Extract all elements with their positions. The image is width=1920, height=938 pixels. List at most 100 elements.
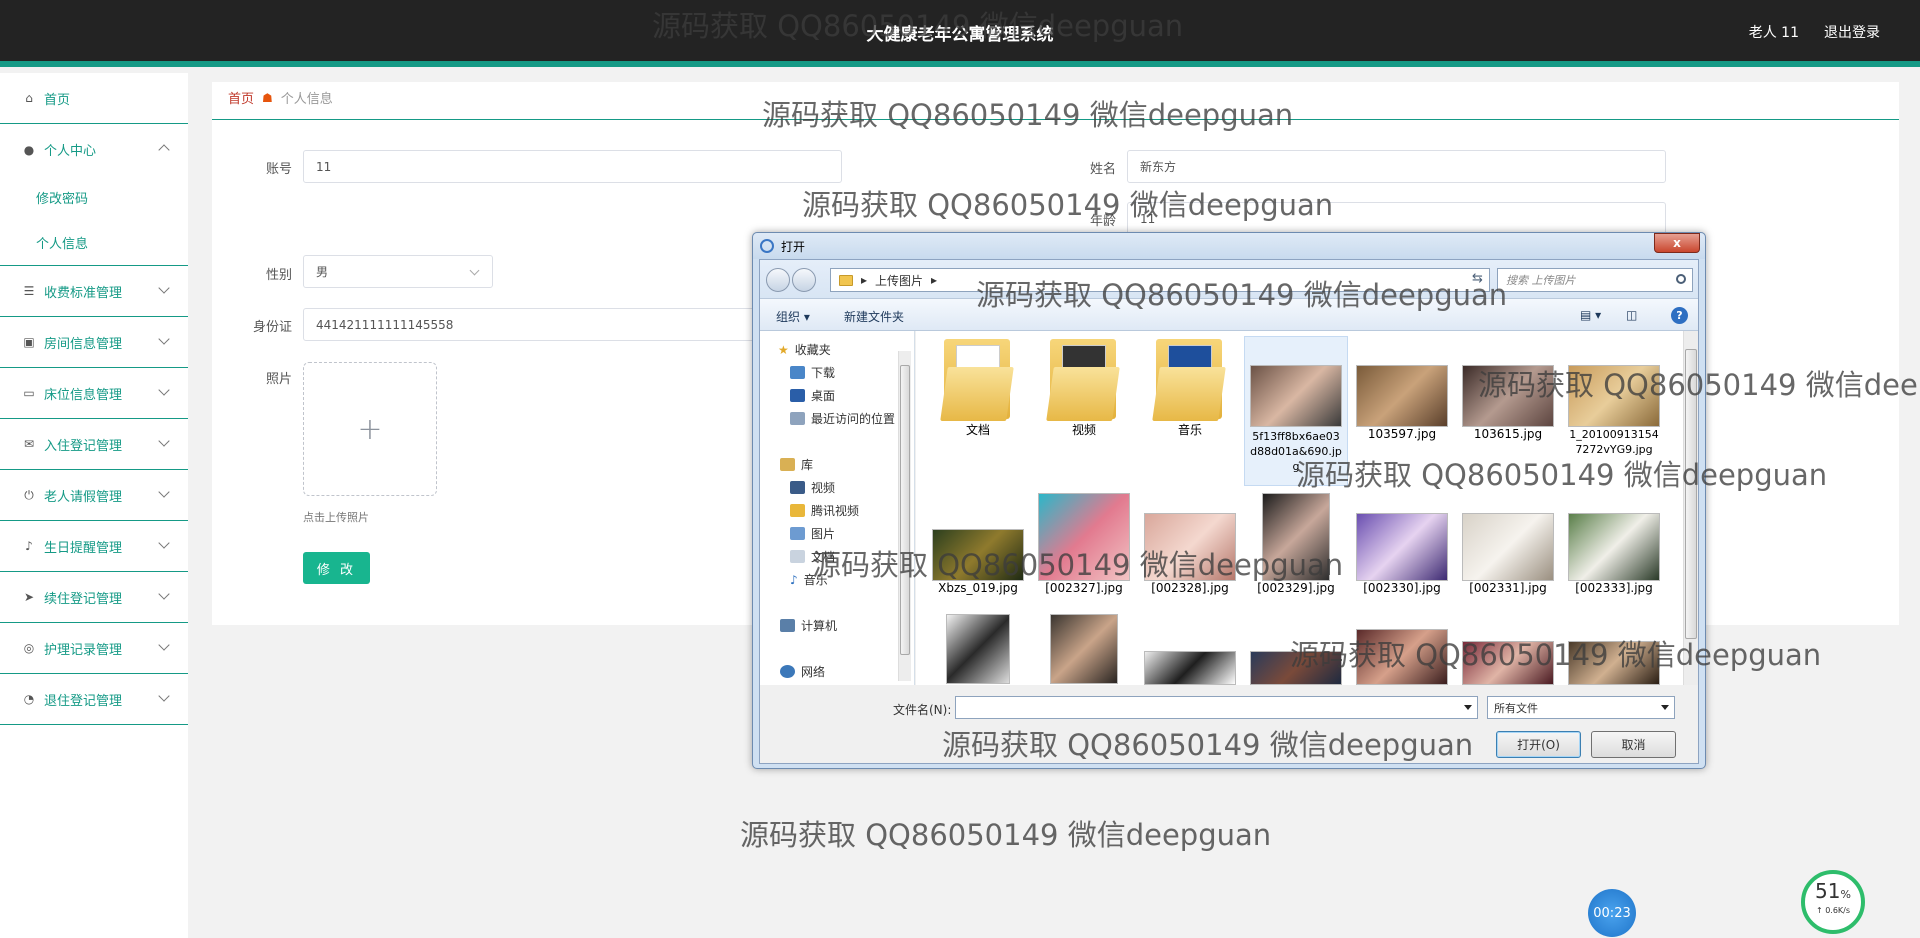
nav-recent[interactable]: 最近访问的位置: [790, 410, 895, 427]
chevron-down-icon: [158, 435, 170, 447]
gender-select[interactable]: 男: [303, 255, 493, 288]
image-file[interactable]: [1032, 614, 1136, 684]
bell-icon: ♪: [25, 539, 33, 553]
recording-timer[interactable]: 00:23: [1588, 889, 1636, 937]
image-file[interactable]: [1244, 651, 1348, 685]
image-file[interactable]: 5f13ff8bx6ae03d88d01a&690.jpg: [1244, 336, 1348, 486]
nav-scrollbar[interactable]: [898, 351, 911, 681]
open-button[interactable]: 打开(O): [1496, 731, 1581, 758]
photo-upload-button[interactable]: +: [303, 362, 437, 496]
image-file[interactable]: [002329].jpg: [1244, 491, 1348, 595]
sidebar-item-checkin[interactable]: ✉ 入住登记管理: [0, 419, 188, 470]
filename-label: 文件名(N):: [893, 703, 952, 717]
sidebar-item-fee-standard[interactable]: ☰ 收费标准管理: [0, 266, 188, 317]
network-speed-widget[interactable]: 51% ↑ 0.6K/s: [1801, 870, 1865, 934]
sidebar-item-nursing[interactable]: ◎ 护理记录管理: [0, 623, 188, 674]
downloads-icon: [790, 366, 805, 379]
files-pane: 文档 视频 音乐 5f13ff8bx6ae03d88d01a&690.jpg 1…: [916, 331, 1698, 685]
image-thumbnail: [932, 529, 1024, 581]
nav-music[interactable]: ♪ 音乐: [790, 571, 828, 588]
image-file[interactable]: [002331].jpg: [1456, 491, 1560, 595]
image-file[interactable]: [002328].jpg: [1138, 491, 1242, 595]
folder-documents[interactable]: 文档: [926, 339, 1030, 438]
folder-music[interactable]: 音乐: [1138, 339, 1242, 438]
nav-network[interactable]: 网络: [780, 663, 825, 680]
logout-link[interactable]: 退出登录: [1824, 22, 1880, 42]
dialog-titlebar: 打开 x: [753, 233, 1705, 259]
modify-button[interactable]: 修 改: [303, 552, 370, 584]
sidebar-subitem-personal-info[interactable]: 个人信息: [0, 220, 188, 265]
address-bar[interactable]: ▸ 上传图片 ▸: [830, 268, 1490, 292]
image-file[interactable]: [002333].jpg: [1562, 491, 1666, 595]
folder-videos[interactable]: 视频: [1032, 339, 1136, 438]
sidebar-item-birthday[interactable]: ♪ 生日提醒管理: [0, 521, 188, 572]
nav-downloads[interactable]: 下载: [790, 364, 835, 381]
breadcrumb-home[interactable]: 首页: [228, 88, 254, 107]
age-field[interactable]: 11: [1127, 202, 1666, 235]
files-scrollbar-thumb[interactable]: [1685, 349, 1697, 639]
image-file[interactable]: [1562, 641, 1666, 685]
desktop-icon: [790, 389, 805, 402]
back-icon[interactable]: [766, 268, 790, 292]
file-type-select[interactable]: 所有文件: [1487, 696, 1675, 719]
sidebar-item-home[interactable]: ⌂ 首页: [0, 73, 188, 124]
nav-scrollbar-thumb[interactable]: [900, 365, 910, 655]
nav-computer[interactable]: 计算机: [780, 617, 837, 634]
nav-tencent-video[interactable]: 腾讯视频: [790, 502, 859, 519]
image-file[interactable]: [1138, 651, 1242, 685]
preview-pane-icon[interactable]: ◫: [1626, 308, 1637, 322]
image-file[interactable]: [002327].jpg: [1032, 491, 1136, 595]
nav-documents[interactable]: 文档: [790, 548, 835, 565]
speed-percent: 51%: [1805, 880, 1861, 906]
folder-search-input[interactable]: 搜索 上传图片: [1497, 268, 1693, 292]
help-icon[interactable]: ?: [1671, 307, 1688, 324]
gender-select-value: 男: [316, 265, 329, 279]
new-folder-button[interactable]: 新建文件夹: [844, 308, 904, 325]
image-file[interactable]: [1456, 641, 1560, 685]
filename-input[interactable]: [955, 696, 1478, 719]
image-file[interactable]: [002330].jpg: [1350, 491, 1454, 595]
file-name: 103597.jpg: [1367, 427, 1437, 441]
organize-menu[interactable]: 组织 ▾: [776, 308, 810, 325]
sidebar-item-label: 续住登记管理: [44, 591, 123, 607]
sidebar-item-leave[interactable]: ⏻ 老人请假管理: [0, 470, 188, 521]
dialog-app-icon: [760, 239, 774, 253]
dialog-close-button[interactable]: x: [1654, 233, 1700, 253]
navigation-pane: ★ 收藏夹 下载 桌面 最近访问的位置 库 视频 腾讯视频 图片 文档 ♪ 音乐…: [760, 331, 915, 685]
image-file[interactable]: 103615.jpg: [1456, 339, 1560, 441]
nav-videos[interactable]: 视频: [790, 479, 835, 496]
dialog-footer: 文件名(N): 所有文件 打开(O) 取消: [760, 685, 1698, 763]
forward-icon[interactable]: [792, 268, 816, 292]
file-name: [002333].jpg: [1575, 581, 1653, 595]
nav-pictures[interactable]: 图片: [790, 525, 835, 542]
sidebar-item-personal-center[interactable]: ● 个人中心: [0, 124, 188, 175]
image-file[interactable]: [1350, 629, 1454, 685]
address-row: ▸ 上传图片 ▸ ⇆ 搜索 上传图片: [760, 260, 1698, 298]
image-file[interactable]: 1_201009131547272vYG9.jpg: [1562, 339, 1666, 457]
breadcrumb-separator-icon: ☗: [262, 90, 273, 105]
sidebar-item-checkout[interactable]: ◔ 退住登记管理: [0, 674, 188, 725]
files-scrollbar[interactable]: [1683, 331, 1698, 685]
dialog-title: 打开: [781, 240, 806, 254]
sidebar-item-room-info[interactable]: ▣ 房间信息管理: [0, 317, 188, 368]
sidebar-item-renewal[interactable]: ➤ 续住登记管理: [0, 572, 188, 623]
name-field[interactable]: 新东方: [1127, 150, 1666, 183]
image-file[interactable]: Xbzs_019.jpg: [926, 491, 1030, 595]
view-options-icon[interactable]: ▤ ▾: [1580, 308, 1601, 322]
breadcrumb-divider: [212, 119, 1899, 120]
sidebar-subitem-change-password[interactable]: 修改密码: [0, 175, 188, 220]
sidebar-item-label: 房间信息管理: [44, 336, 123, 352]
cancel-button[interactable]: 取消: [1591, 731, 1676, 758]
nav-favorites[interactable]: ★ 收藏夹: [778, 341, 831, 358]
image-thumbnail: [1568, 365, 1660, 427]
path-separator-icon: ▸: [861, 273, 868, 287]
image-file[interactable]: [926, 614, 1030, 684]
account-field[interactable]: 11: [303, 150, 842, 183]
nav-desktop[interactable]: 桌面: [790, 387, 835, 404]
refresh-icon[interactable]: ⇆: [1472, 271, 1483, 286]
sidebar-item-bed-info[interactable]: ▭ 床位信息管理: [0, 368, 188, 419]
nav-libraries[interactable]: 库: [780, 456, 813, 473]
image-file[interactable]: 103597.jpg: [1350, 339, 1454, 441]
chevron-up-icon: [158, 144, 170, 156]
file-name: 音乐: [1177, 423, 1202, 437]
